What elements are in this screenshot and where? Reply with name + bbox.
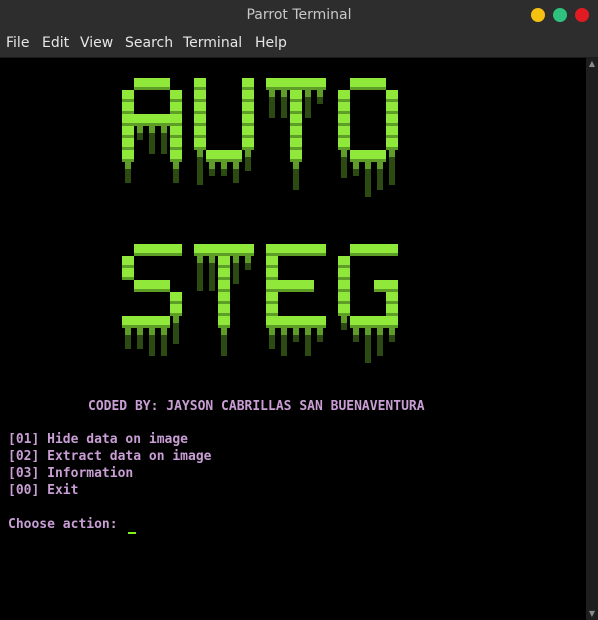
close-button[interactable]: [575, 8, 589, 22]
vertical-scrollbar[interactable]: ▲ ▼: [586, 58, 598, 620]
menu-view[interactable]: View: [80, 30, 113, 57]
ascii-art-banner-logo: [122, 78, 398, 363]
command-prompt[interactable]: Choose action:: [8, 516, 125, 533]
menu-search[interactable]: Search: [125, 30, 173, 57]
menu-option-extract: [02] Extract data on image: [8, 449, 212, 464]
minimize-button[interactable]: [531, 8, 545, 22]
menu-option-hide: [01] Hide data on image: [8, 432, 189, 447]
scroll-up-arrow-icon[interactable]: ▲: [586, 58, 598, 70]
text-cursor: [128, 532, 136, 534]
menu-bar: File Edit View Search Terminal Help: [0, 30, 598, 58]
terminal-output[interactable]: CODED BY: JAYSON CABRILLAS SAN BUENAVENT…: [0, 58, 586, 620]
terminal-window: Parrot Terminal File Edit View Search Te…: [0, 0, 598, 620]
window-title: Parrot Terminal: [246, 7, 352, 23]
menu-terminal[interactable]: Terminal: [183, 30, 242, 57]
credit-line: CODED BY: JAYSON CABRILLAS SAN BUENAVENT…: [88, 399, 425, 414]
menu-edit[interactable]: Edit: [42, 30, 69, 57]
title-bar[interactable]: Parrot Terminal: [0, 0, 598, 30]
menu-option-exit: [00] Exit: [8, 483, 79, 498]
scroll-down-arrow-icon[interactable]: ▼: [586, 608, 598, 620]
menu-help[interactable]: Help: [255, 30, 287, 57]
menu-file[interactable]: File: [6, 30, 29, 57]
menu-option-information: [03] Information: [8, 466, 134, 481]
maximize-button[interactable]: [553, 8, 567, 22]
